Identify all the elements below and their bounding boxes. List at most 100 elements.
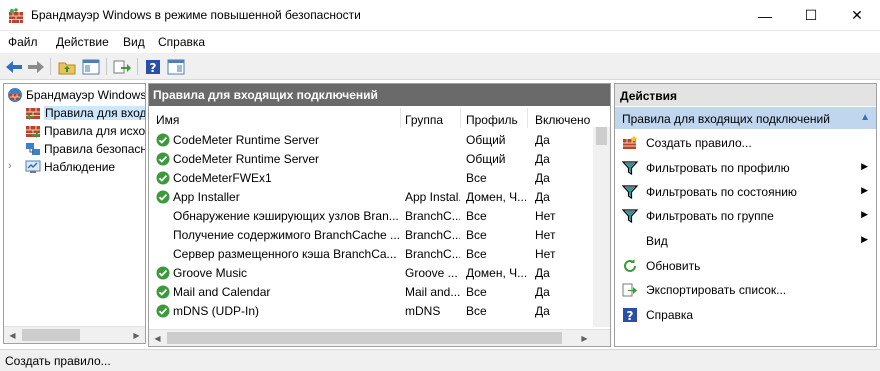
actions-header: Действия bbox=[615, 84, 876, 106]
console-tree: Брандмауэр Windows в режиме повышенной б… bbox=[3, 83, 146, 344]
minimize-button[interactable]: — bbox=[742, 0, 788, 31]
table-row[interactable]: Получение содержимого BranchCache ... Bra… bbox=[149, 226, 592, 245]
column-header-group[interactable]: Группа bbox=[405, 107, 443, 131]
action-item[interactable]: Создать правило... bbox=[615, 132, 876, 154]
menu-file[interactable]: Файл bbox=[8, 35, 38, 49]
scroll-right-icon[interactable]: ▶ bbox=[128, 327, 145, 343]
actions-pane: Действия Правила для входящих подключени… bbox=[614, 83, 877, 347]
rule-profile-cell: Все bbox=[466, 171, 487, 185]
actions-section-header[interactable]: Правила для входящих подключений ▲ bbox=[615, 107, 876, 129]
back-icon[interactable] bbox=[4, 57, 24, 77]
tree-item-outbound-rules[interactable]: Правила для исходящих подключений bbox=[4, 122, 145, 140]
enabled-check-icon bbox=[156, 266, 170, 280]
column-divider[interactable] bbox=[460, 108, 461, 128]
column-divider[interactable] bbox=[400, 108, 401, 128]
rules-panel-header: Правила для входящих подключений bbox=[149, 84, 610, 106]
export-icon bbox=[622, 282, 638, 298]
scroll-thumb[interactable] bbox=[22, 329, 80, 341]
close-button[interactable]: ✕ bbox=[834, 0, 880, 31]
rule-enabled-cell: Да bbox=[535, 133, 550, 147]
collapse-icon[interactable]: ▲ bbox=[860, 112, 870, 123]
scroll-right-icon[interactable]: ▶ bbox=[576, 330, 593, 346]
menu-help[interactable]: Справка bbox=[158, 35, 205, 49]
table-row[interactable]: Groove Music Groove ... Домен, Ч... Да bbox=[149, 264, 592, 283]
scroll-thumb[interactable] bbox=[167, 332, 562, 344]
table-row[interactable]: CodeMeterFWEx1 Все Да bbox=[149, 169, 592, 188]
submenu-arrow-icon: ▶ bbox=[861, 185, 868, 195]
maximize-button[interactable]: ☐ bbox=[788, 0, 834, 31]
scroll-left-icon[interactable]: ◀ bbox=[149, 330, 166, 346]
submenu-arrow-icon: ▶ bbox=[861, 161, 868, 171]
action-item[interactable]: Обновить bbox=[615, 255, 876, 277]
export-list-icon[interactable] bbox=[112, 57, 132, 77]
rule-enabled-cell: Нет bbox=[535, 228, 556, 242]
action-item[interactable]: Экспортировать список... bbox=[615, 279, 876, 301]
table-row[interactable]: CodeMeter Runtime Server Общий Да bbox=[149, 131, 592, 150]
scroll-left-icon[interactable]: ◀ bbox=[4, 327, 21, 343]
enabled-check-icon bbox=[156, 304, 170, 318]
action-item[interactable]: Вид ▶ bbox=[615, 230, 876, 252]
tree-item-label: Наблюдение bbox=[44, 160, 116, 174]
rule-enabled-cell: Да bbox=[535, 266, 550, 280]
menu-bar: Файл Действие Вид Справка bbox=[0, 31, 880, 53]
menu-view[interactable]: Вид bbox=[123, 35, 145, 49]
action-item[interactable]: Фильтровать по профилю ▶ bbox=[615, 157, 876, 179]
action-label: Экспортировать список... bbox=[646, 283, 787, 297]
filter-icon bbox=[621, 208, 639, 224]
tree-item-connection-security[interactable]: Правила безопасности подключений bbox=[4, 140, 145, 158]
table-row[interactable]: Сервер размещенного кэша BranchCa... Bran… bbox=[149, 245, 592, 264]
rule-enabled-cell: Да bbox=[535, 152, 550, 166]
rule-enabled-cell: Нет bbox=[535, 209, 556, 223]
rule-name-cell: Получение содержимого BranchCache ... bbox=[173, 228, 400, 242]
rules-panel: Правила для входящих подключений Имя Гру… bbox=[148, 83, 611, 347]
column-header-enabled[interactable]: Включено bbox=[535, 107, 593, 131]
column-divider[interactable] bbox=[527, 108, 528, 128]
toolbar-separator bbox=[50, 58, 51, 75]
action-label: Фильтровать по профилю bbox=[646, 161, 790, 175]
help-icon[interactable]: ? bbox=[143, 57, 163, 77]
rule-profile-cell: Домен, Ч... bbox=[466, 190, 526, 204]
monitoring-icon bbox=[25, 159, 41, 175]
rule-profile-cell: Домен, Ч... bbox=[466, 266, 526, 280]
tree-item-inbound-rules[interactable]: Правила для входящих подключений bbox=[4, 104, 145, 122]
column-header-name[interactable]: Имя bbox=[156, 107, 179, 131]
column-header-profile[interactable]: Профиль bbox=[466, 107, 518, 131]
rule-group-cell: Groove ... bbox=[405, 266, 458, 280]
table-row[interactable]: mDNS (UDP-In) mDNS Все Да bbox=[149, 302, 592, 321]
rule-enabled-cell: Да bbox=[535, 285, 550, 299]
table-row[interactable]: Mail and Calendar Mail and... Все Да bbox=[149, 283, 592, 302]
filter-icon bbox=[621, 184, 639, 200]
rule-name-cell: Обнаружение кэширующих узлов Bran... bbox=[173, 209, 399, 223]
tree-horizontal-scrollbar[interactable]: ◀ ▶ bbox=[4, 326, 145, 343]
tree-root[interactable]: Брандмауэр Windows в режиме повышенной б… bbox=[4, 86, 145, 104]
rules-vertical-scrollbar[interactable] bbox=[593, 127, 610, 327]
status-text: Создать правило... bbox=[5, 354, 111, 368]
rule-group-cell: App Instal... bbox=[405, 190, 460, 204]
action-item[interactable]: Фильтровать по состоянию ▶ bbox=[615, 181, 876, 203]
enabled-check-icon bbox=[156, 190, 170, 204]
firewall-app-icon bbox=[8, 8, 24, 24]
status-bar: Создать правило... bbox=[0, 349, 880, 371]
svg-text:?: ? bbox=[627, 309, 634, 323]
forward-icon[interactable] bbox=[26, 57, 46, 77]
action-pane-icon[interactable] bbox=[166, 57, 186, 77]
up-folder-icon[interactable] bbox=[57, 57, 77, 77]
action-item[interactable]: Фильтровать по группе ▶ bbox=[615, 205, 876, 227]
table-row[interactable]: CodeMeter Runtime Server Общий Да bbox=[149, 150, 592, 169]
expand-chevron-icon[interactable]: › bbox=[8, 160, 20, 176]
menu-action[interactable]: Действие bbox=[56, 35, 109, 49]
rule-enabled-cell: Да bbox=[535, 171, 550, 185]
firewall-icon bbox=[7, 87, 23, 103]
table-row[interactable]: Обнаружение кэширующих узлов Bran... Bran… bbox=[149, 207, 592, 226]
tree-item-monitoring[interactable]: › Наблюдение bbox=[4, 158, 145, 176]
table-row[interactable]: App Installer App Instal... Домен, Ч... Да bbox=[149, 188, 592, 207]
tree-item-label: Правила для исходящих подключений bbox=[44, 124, 145, 138]
rule-profile-cell: Все bbox=[466, 228, 487, 242]
enabled-check-icon bbox=[156, 285, 170, 299]
action-label: Вид bbox=[646, 234, 668, 248]
rules-horizontal-scrollbar[interactable]: ◀ ▶ bbox=[149, 329, 610, 346]
show-hide-tree-icon[interactable] bbox=[81, 57, 101, 77]
scroll-thumb[interactable] bbox=[596, 127, 607, 145]
action-item[interactable]: ? Справка bbox=[615, 304, 876, 326]
action-label: Справка bbox=[646, 308, 694, 322]
